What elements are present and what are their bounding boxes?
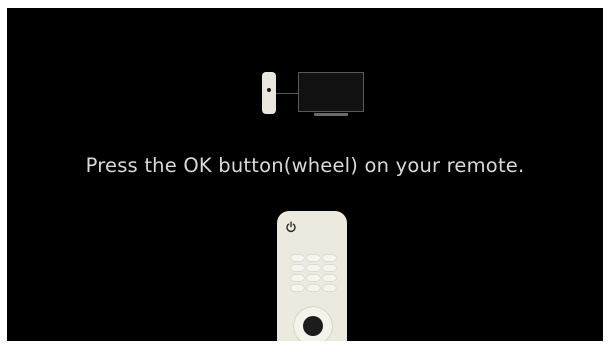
remote-button: [291, 285, 304, 291]
power-icon: [286, 221, 296, 233]
tv-stand: [314, 113, 348, 116]
pairing-screen: Press the OK button(wheel) on your remot…: [7, 8, 603, 341]
ok-wheel-icon: [303, 316, 323, 336]
remote-button: [323, 265, 336, 271]
remote-dpad: [294, 307, 332, 341]
remote-button: [307, 255, 320, 261]
remote-button: [291, 275, 304, 281]
remote-button: [291, 265, 304, 271]
remote-button: [307, 285, 320, 291]
remote-button: [307, 275, 320, 281]
remote-button: [307, 265, 320, 271]
remote-button: [323, 275, 336, 281]
remote-button: [323, 285, 336, 291]
pairing-illustration: [260, 72, 370, 120]
remote-button: [323, 255, 336, 261]
remote-control-icon: [262, 72, 276, 114]
remote-pointer-dot: [267, 88, 271, 92]
instruction-text: Press the OK button(wheel) on your remot…: [85, 154, 525, 177]
magic-remote-illustration: [277, 211, 347, 341]
tv-icon: [298, 72, 364, 112]
remote-button: [291, 255, 304, 261]
connection-line: [276, 93, 298, 94]
